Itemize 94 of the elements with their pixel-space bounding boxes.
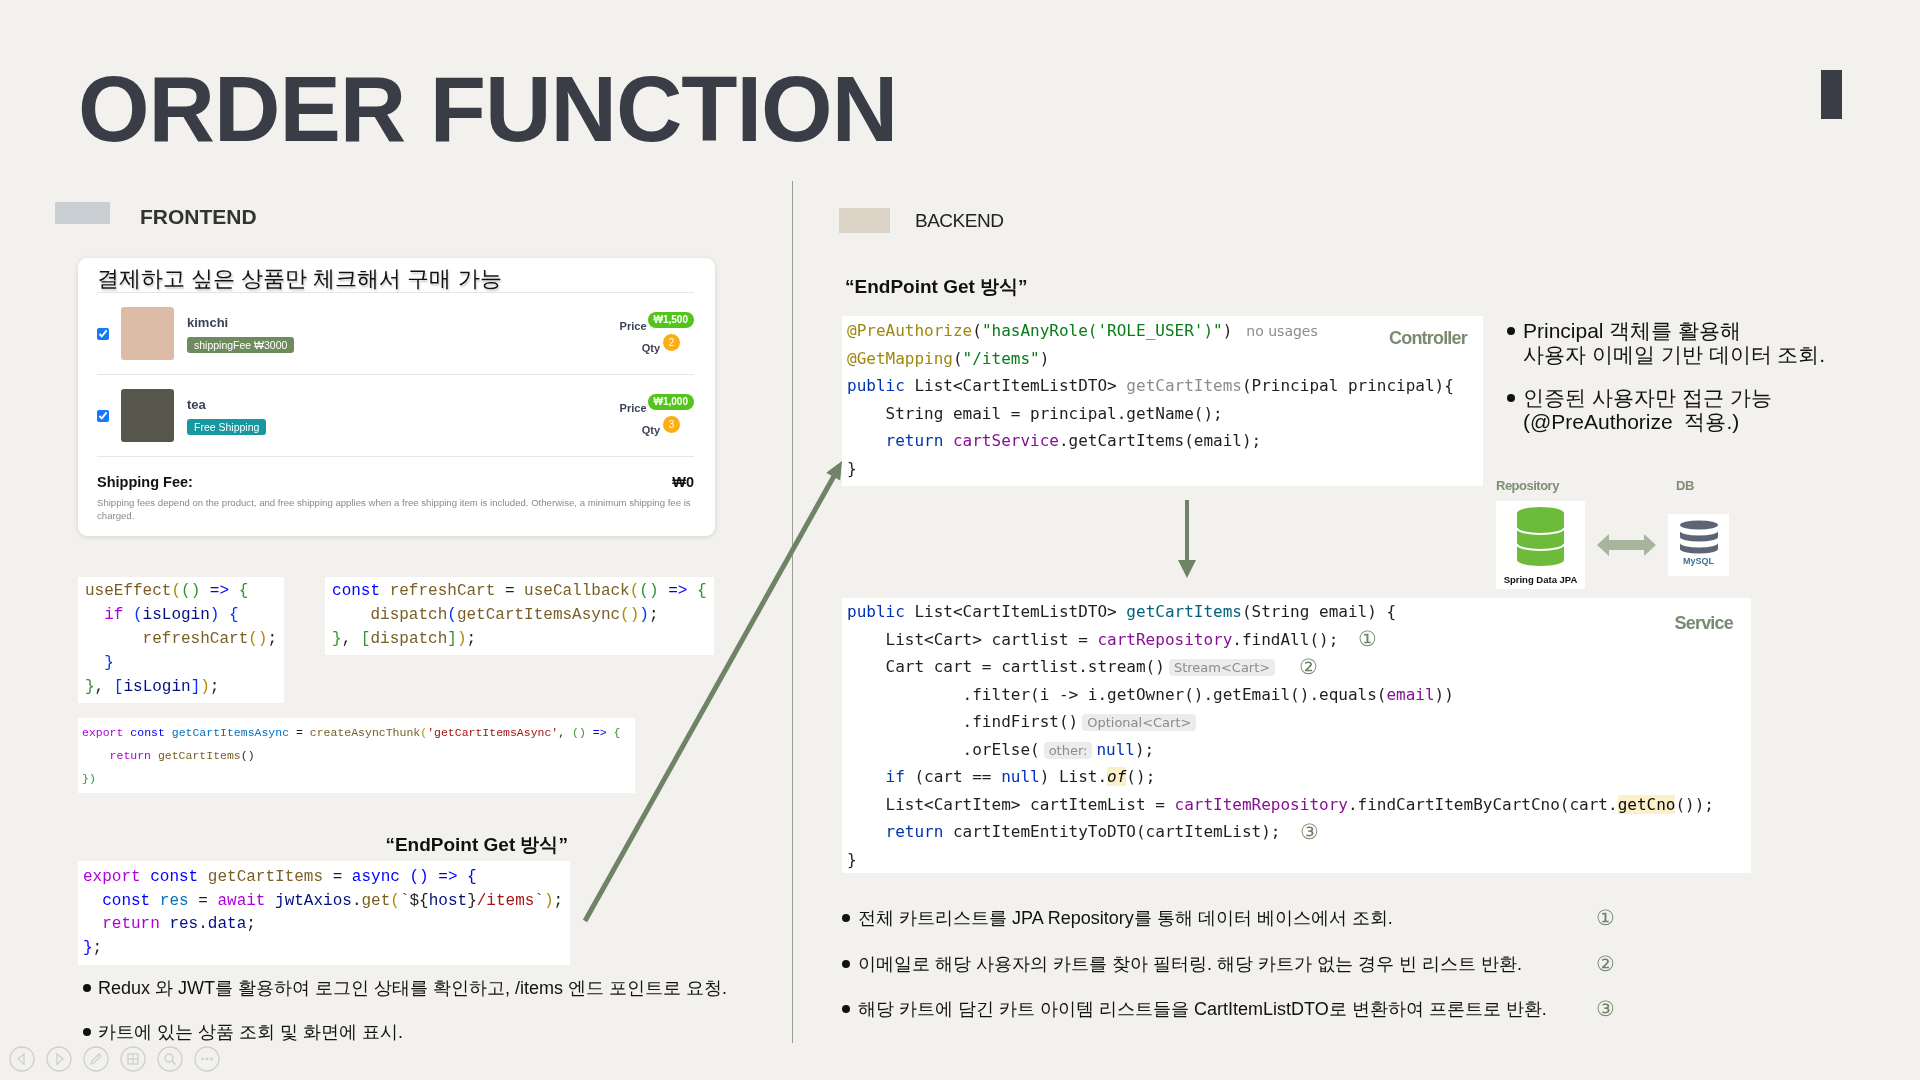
- code-line: }, [dispatch]);: [332, 629, 477, 650]
- step-number: ③: [1596, 996, 1615, 1022]
- bullet-icon: [842, 959, 850, 968]
- logo-text: MySQL: [1683, 556, 1714, 567]
- code-line: };: [83, 937, 103, 959]
- photo-placeholder: [121, 307, 174, 360]
- database-icon: [1517, 507, 1564, 566]
- code-line: }: [103, 653, 114, 674]
- bullet-icon: [842, 1005, 850, 1013]
- bullet-text: 전체 카트리스트를 JPA Repository를 통해 데이터 베이스에서 조회.: [858, 907, 1393, 930]
- bullet-icon: [83, 984, 91, 992]
- bullet-icon: [1507, 394, 1515, 402]
- step-number: ③: [1300, 819, 1320, 844]
- back-icon[interactable]: [9, 1046, 35, 1072]
- code-line: String email = principal.getName();: [884, 403, 1223, 423]
- search-icon[interactable]: [157, 1046, 183, 1072]
- step-number: ①: [1358, 627, 1378, 652]
- repository-label: Repository: [1496, 478, 1559, 494]
- forward-icon[interactable]: [46, 1046, 72, 1072]
- code-line: refreshCart();: [141, 629, 278, 650]
- repository-caption: Spring Data JPA: [1503, 574, 1578, 586]
- endpoint-caption: “EndPoint Get 방식”: [385, 834, 568, 855]
- photo-placeholder: [121, 389, 174, 442]
- code-line: .findFirst() Optional<Cart>: [847, 712, 1201, 732]
- code-line: return cartItemEntityToDTO(cartItemList);: [884, 822, 1281, 842]
- section-marker: [55, 202, 110, 224]
- code-line: public List<CartItemListDTO> getCartItems(String email) {: [847, 602, 1397, 622]
- price-label: Price: [619, 319, 647, 333]
- code-line: @GetMapping("/items"): [847, 348, 1050, 368]
- accent-bar: [1821, 70, 1842, 119]
- section-title: BACKEND: [915, 209, 1004, 233]
- more-icon[interactable]: [194, 1046, 220, 1072]
- code-line: Cart cart = cartlist.stream() Stream<Cart>: [847, 657, 1280, 677]
- item-name: tea: [187, 396, 206, 413]
- section-marker: [839, 208, 890, 233]
- code-line: public List<CartItemListDTO> getCartItems(Principal principal){: [847, 376, 1454, 396]
- bullet-text: 해당 카트에 담긴 카트 아이템 리스트들을 CartItemListDTO로 변환하여 프론트로 반환.: [858, 998, 1547, 1021]
- endpoint-caption: “EndPoint Get 방식”: [845, 275, 1028, 299]
- code-line: const refreshCart = useCallback(() => {: [332, 581, 707, 602]
- price-label: Price: [619, 401, 647, 415]
- code-line: @PreAuthorize("hasAnyRole('ROLE_USER')") no usages: [847, 321, 1318, 341]
- step-number: ②: [1299, 654, 1319, 679]
- database-label: DB: [1676, 478, 1694, 494]
- code-line: .filter(i -> i.getOwner().getEmail().equals(email)): [961, 684, 1454, 704]
- shipping-fee-value: ₩0: [672, 473, 694, 491]
- qty-badge: 3: [663, 416, 680, 433]
- step-number: ①: [1596, 905, 1615, 931]
- bullet-text: Redux 와 JWT를 활용하여 로그인 상태를 확인하고, /items 엔드 포인트로 요청.: [98, 977, 728, 1000]
- note-text: Principal 객체를 활용해 사용자 이메일 기반 데이터 조회.: [1523, 319, 1826, 367]
- shipping-note: Shipping fees depend on the product, and free shipping applies when a free shipping item is included. Otherwise, a minimum shipping fee is charged.: [97, 496, 692, 522]
- bullet-text: 이메일로 해당 사용자의 카트를 찾아 필터링. 해당 카트가 없는 경우 빈 리스트 반환.: [858, 952, 1522, 976]
- layer-label: Service: [1674, 612, 1733, 634]
- code-line: const res = await jwtAxios.get(`${host}/items`);: [101, 890, 564, 912]
- shipping-fee-label: Shipping Fee:: [97, 473, 193, 491]
- qty-badge: 2: [663, 334, 680, 351]
- item-name: kimchi: [187, 314, 229, 331]
- bullet-icon: [1507, 327, 1515, 335]
- qty-label: Qty: [641, 423, 660, 437]
- price-badge: ₩1,000: [647, 394, 694, 410]
- code-line: if (cart == null) List.of();: [884, 767, 1156, 787]
- note-text: 인증된 사용자만 접근 가능 (@PreAuthorize 적용.): [1523, 386, 1772, 434]
- price-badge: ₩1,500: [647, 312, 694, 328]
- database-icon: [1678, 520, 1719, 554]
- double-arrow: [1597, 534, 1656, 556]
- bullet-text: 카트에 있는 상품 조회 및 화면에 표시.: [98, 1021, 403, 1044]
- code-line: if (isLogin) {: [103, 605, 239, 626]
- code-line: }): [82, 771, 96, 787]
- code-line: }, [isLogin]);: [85, 677, 220, 698]
- step-number: ②: [1596, 950, 1615, 977]
- slide-title: ORDER FUNCTION: [78, 63, 898, 155]
- code-line: return res.data;: [101, 914, 256, 935]
- shipping-tag: shippingFee ₩3000: [187, 336, 295, 353]
- code-line: List<Cart> cartlist = cartRepository.findAll();: [884, 629, 1339, 649]
- layer-label: Controller: [1389, 327, 1467, 349]
- qty-label: Qty: [641, 341, 660, 355]
- card-heading: 결제하고 싶은 상품만 체크해서 구매 가능: [97, 265, 503, 292]
- code-line: }: [847, 458, 857, 478]
- item-checkbox[interactable]: [97, 327, 109, 340]
- code-line: useEffect(() => {: [85, 581, 249, 602]
- slides-icon[interactable]: [120, 1046, 146, 1072]
- code-line: }: [847, 849, 857, 869]
- code-line: export const getCartItemsAsync = createAsyncThunk('getCartItemsAsync', () => {: [82, 725, 621, 741]
- code-line: dispatch(getCartItemsAsync());: [369, 605, 659, 626]
- code-line: export const getCartItems = async () => {: [83, 867, 477, 888]
- item-checkbox[interactable]: [97, 409, 109, 422]
- code-line: return cartService.getCartItems(email);: [884, 431, 1262, 451]
- bullet-icon: [83, 1028, 91, 1036]
- pen-icon[interactable]: [83, 1046, 109, 1072]
- section-title: FRONTEND: [140, 206, 257, 228]
- code-line: return getCartItems(): [108, 748, 255, 764]
- bullet-icon: [842, 914, 850, 922]
- code-line: .orElse( other: null);: [961, 739, 1155, 759]
- shipping-tag: Free Shipping: [187, 418, 267, 435]
- code-line: List<CartItem> cartItemList = cartItemRepository.findCartItemByCartCno(cart.getCno());: [884, 794, 1714, 814]
